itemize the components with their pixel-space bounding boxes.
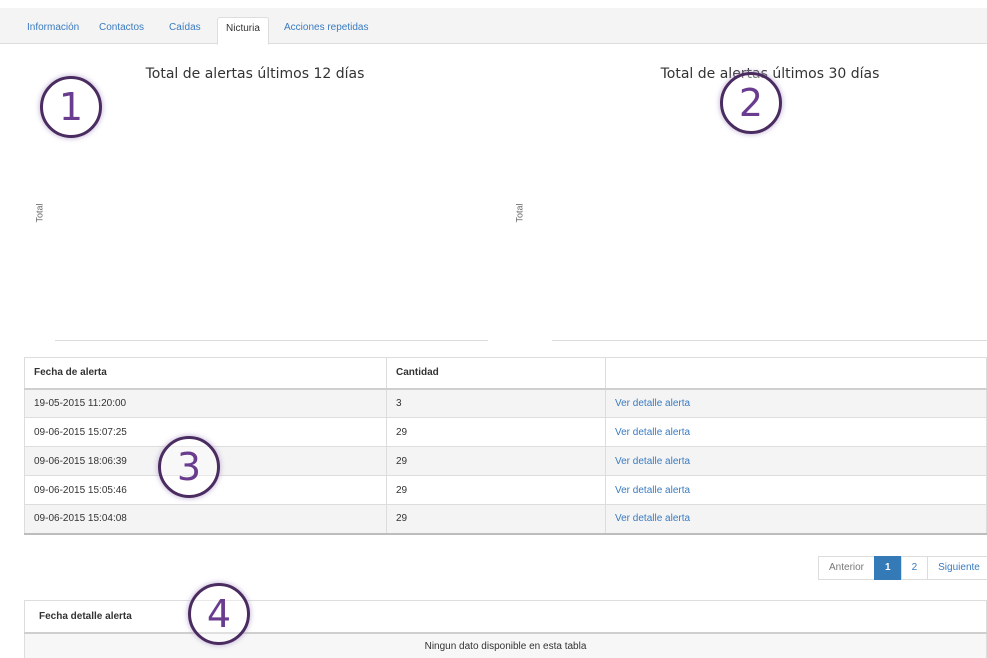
alert-date: 19-05-2015 11:20:00 (24, 388, 387, 418)
chart-baseline (55, 340, 488, 341)
pagination: Anterior 1 2 Siguiente (818, 556, 987, 580)
empty-table-message: Ningun dato disponible en esta tabla (24, 632, 987, 658)
table-header-row: Fecha de alerta Cantidad (24, 357, 987, 390)
pagination-page-1[interactable]: 1 (874, 556, 902, 580)
view-alert-detail-link[interactable]: Ver detalle alerta (605, 417, 987, 447)
chart-y-axis-label: Total (34, 203, 45, 223)
alert-count: 29 (386, 446, 606, 476)
annotation-marker-4: 4 (188, 583, 250, 645)
table-row: 09-06-2015 15:04:08 29 Ver detalle alert… (24, 504, 987, 535)
tab-acciones-repetidas[interactable]: Acciones repetidas (276, 18, 377, 44)
tab-nicturia[interactable]: Nicturia (217, 17, 269, 45)
column-header-fecha[interactable]: Fecha de alerta (24, 357, 387, 390)
chart-y-axis-label: Total (514, 203, 525, 223)
alert-count: 3 (386, 388, 606, 418)
alert-count: 29 (386, 504, 606, 535)
pagination-page-2[interactable]: 2 (900, 556, 929, 580)
chart-baseline (552, 340, 987, 341)
annotation-marker-1: 1 (40, 76, 102, 138)
alert-count: 29 (386, 417, 606, 447)
tab-contactos[interactable]: Contactos (91, 18, 152, 44)
view-alert-detail-link[interactable]: Ver detalle alerta (605, 475, 987, 505)
tab-bar: Información Contactos Caídas Nicturia Ac… (0, 8, 987, 45)
pagination-previous-button[interactable]: Anterior (818, 556, 876, 580)
tab-informacion[interactable]: Información (19, 18, 87, 44)
view-alert-detail-link[interactable]: Ver detalle alerta (605, 446, 987, 476)
tab-caidas[interactable]: Caídas (161, 18, 209, 44)
annotation-marker-3: 3 (158, 436, 220, 498)
column-header-cantidad[interactable]: Cantidad (386, 357, 606, 390)
table-header-row: Fecha detalle alerta (24, 600, 987, 634)
annotation-marker-2: 2 (720, 72, 782, 134)
column-header-actions (605, 357, 987, 390)
alert-date: 09-06-2015 15:04:08 (24, 504, 387, 535)
view-alert-detail-link[interactable]: Ver detalle alerta (605, 504, 987, 535)
table-row: 19-05-2015 11:20:00 3 Ver detalle alerta (24, 388, 987, 418)
column-header-fecha-detalle[interactable]: Fecha detalle alerta (24, 600, 987, 634)
alert-count: 29 (386, 475, 606, 505)
alert-detail-table: Fecha detalle alerta Ningun dato disponi… (24, 600, 987, 658)
table-row: Ningun dato disponible en esta tabla (24, 632, 987, 658)
pagination-next-button[interactable]: Siguiente (927, 556, 987, 580)
view-alert-detail-link[interactable]: Ver detalle alerta (605, 388, 987, 418)
